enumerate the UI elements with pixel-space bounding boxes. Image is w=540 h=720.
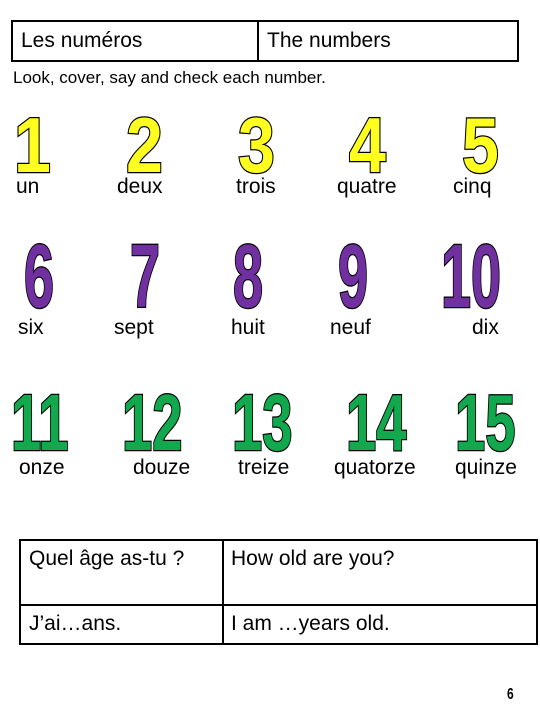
number-2: 2 — [125, 101, 164, 189]
number-12: 12 — [121, 378, 183, 467]
phrase-english: I am …years old. — [231, 612, 390, 635]
number-14: 14 — [345, 378, 407, 467]
number-10: 10 — [440, 227, 502, 327]
word-un: un — [16, 175, 40, 198]
word-trois: trois — [236, 175, 276, 198]
title-table: Les numéros The numbers — [11, 20, 519, 62]
title-french: Les numéros — [13, 22, 259, 60]
title-english: The numbers — [267, 29, 391, 52]
number-4: 4 — [348, 101, 387, 189]
number-7: 7 — [129, 227, 161, 327]
number-1: 1 — [13, 101, 52, 189]
number-6: 6 — [23, 227, 55, 327]
word-deux: deux — [117, 175, 163, 198]
word-quinze: quinze — [455, 456, 517, 479]
word-dix: dix — [472, 316, 499, 339]
number-8: 8 — [232, 227, 264, 327]
number-11: 11 — [10, 378, 69, 467]
phrase-french: J’ai…ans. — [21, 606, 224, 643]
number-5: 5 — [461, 101, 500, 189]
phrase-table: Quel âge as-tu ? How old are you? J’ai…a… — [19, 539, 538, 645]
word-sept: sept — [114, 316, 154, 339]
phrase-row: J’ai…ans. I am …years old. — [21, 606, 536, 643]
phrase-row: Quel âge as-tu ? How old are you? — [21, 541, 536, 606]
number-9: 9 — [337, 227, 369, 327]
word-quatorze: quatorze — [334, 456, 416, 479]
word-treize: treize — [238, 456, 290, 479]
word-neuf: neuf — [330, 316, 371, 339]
page-number: 6 — [507, 686, 514, 703]
word-onze: onze — [19, 456, 65, 479]
instruction-text: Look, cover, say and check each number. — [13, 68, 326, 87]
word-quatre: quatre — [337, 175, 397, 198]
number-13: 13 — [231, 378, 293, 467]
word-six: six — [18, 316, 44, 339]
phrase-french: Quel âge as-tu ? — [21, 541, 224, 604]
word-huit: huit — [231, 316, 265, 339]
word-cinq: cinq — [453, 175, 492, 198]
word-douze: douze — [133, 456, 191, 479]
phrase-english: How old are you? — [231, 547, 395, 570]
number-3: 3 — [237, 101, 276, 189]
number-15: 15 — [454, 378, 516, 467]
